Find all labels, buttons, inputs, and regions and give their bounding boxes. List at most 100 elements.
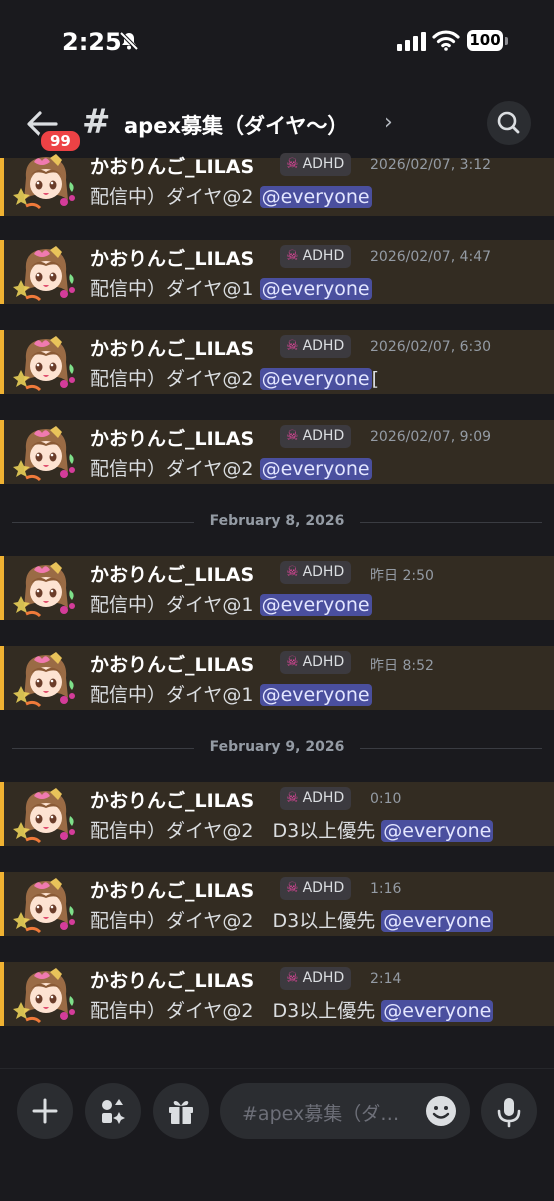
search-button[interactable] (487, 101, 531, 145)
message-item[interactable]: かおりんご_LILAS ☠ ADHD 2:14 配信中）ダイヤ@2 D3以上優先 @ev… (0, 962, 554, 1026)
avatar[interactable] (12, 334, 80, 394)
message-timestamp: 2026/02/07, 9:09 (370, 429, 492, 445)
message-text: 配信中）ダイヤ@2 D3以上優先 @everyone (90, 996, 494, 1023)
role-tag[interactable]: ☠ ADHD (280, 245, 352, 268)
message-body: 配信中）ダイヤ@2 (90, 186, 260, 208)
avatar[interactable] (12, 152, 80, 212)
message-body: 配信中）ダイヤ@2 D3以上優先 (90, 820, 382, 842)
everyone-mention[interactable]: @everyone (381, 1000, 494, 1022)
voice-message-button[interactable] (481, 1083, 537, 1139)
date-divider-label: February 8, 2026 (12, 513, 542, 529)
message-item[interactable]: かおりんご_LILAS ☠ ADHD 0:10 配信中）ダイヤ@2 D3以上優先 @ev… (0, 782, 554, 846)
message-item[interactable]: かおりんご_LILAS ☠ ADHD 2026/02/07, 6:30 配信中）ダイヤ@… (0, 330, 554, 394)
message-username[interactable]: かおりんご_LILAS (90, 334, 254, 361)
bell-slash-icon (119, 31, 139, 51)
message-username[interactable]: かおりんご_LILAS (90, 966, 254, 993)
role-tag[interactable]: ☠ ADHD (280, 335, 352, 358)
date-divider-label: February 9, 2026 (12, 739, 542, 755)
skull-icon: ☠ (286, 338, 299, 354)
role-tag[interactable]: ☠ ADHD (280, 561, 352, 584)
message-item[interactable]: かおりんご_LILAS ☠ ADHD 2026/02/07, 3:12 配信中）ダイヤ@… (0, 153, 554, 216)
avatar[interactable] (12, 650, 80, 710)
skull-icon: ☠ (286, 428, 299, 444)
apps-button[interactable] (85, 1083, 141, 1139)
date-divider: February 9, 2026 (12, 738, 542, 758)
message-text: 配信中）ダイヤ@2 @everyone (90, 454, 372, 481)
role-tag-label: ADHD (302, 156, 345, 172)
message-item[interactable]: かおりんご_LILAS ☠ ADHD 昨日 8:52 配信中）ダイヤ@1 @everyo… (0, 646, 554, 710)
message-suffix: [ (371, 368, 380, 390)
message-item[interactable]: かおりんご_LILAS ☠ ADHD 2026/02/07, 4:47 配信中）ダイヤ@… (0, 240, 554, 304)
channel-header: 99 # apex募集（ダイヤ〜） › (0, 90, 554, 158)
role-tag-label: ADHD (302, 654, 345, 670)
message-timestamp: 昨日 8:52 (370, 658, 434, 674)
message-input[interactable]: #apex募集（ダ… (220, 1083, 470, 1139)
avatar[interactable] (12, 424, 80, 484)
message-username[interactable]: かおりんご_LILAS (90, 424, 254, 451)
message-text: 配信中）ダイヤ@2 @everyone (90, 182, 372, 209)
everyone-mention[interactable]: @everyone (259, 594, 372, 616)
emoji-icon[interactable] (423, 1093, 459, 1129)
role-tag[interactable]: ☠ ADHD (280, 967, 352, 990)
message-body: 配信中）ダイヤ@2 (90, 368, 260, 390)
channel-hash-icon: # (82, 102, 111, 142)
add-button[interactable] (17, 1083, 73, 1139)
role-tag[interactable]: ☠ ADHD (280, 787, 352, 810)
channel-title[interactable]: apex募集（ダイヤ〜） (124, 110, 348, 140)
message-username[interactable]: かおりんご_LILAS (90, 244, 254, 271)
message-username[interactable]: かおりんご_LILAS (90, 560, 254, 587)
everyone-mention[interactable]: @everyone (259, 278, 372, 300)
gift-icon (169, 1100, 193, 1124)
microphone-icon (497, 1098, 521, 1128)
everyone-mention[interactable]: @everyone (259, 458, 372, 480)
skull-icon: ☠ (286, 654, 299, 670)
message-item[interactable]: かおりんご_LILAS ☠ ADHD 昨日 2:50 配信中）ダイヤ@1 @everyo… (0, 556, 554, 620)
message-username[interactable]: かおりんご_LILAS (90, 876, 254, 903)
date-divider: February 8, 2026 (12, 512, 542, 532)
chevron-right-icon[interactable]: › (384, 110, 393, 135)
role-tag[interactable]: ☠ ADHD (280, 153, 352, 176)
gift-button[interactable] (153, 1083, 209, 1139)
message-username[interactable]: かおりんご_LILAS (90, 152, 254, 179)
skull-icon: ☠ (286, 880, 299, 896)
skull-icon: ☠ (286, 156, 299, 172)
skull-icon: ☠ (286, 970, 299, 986)
message-body: 配信中）ダイヤ@2 D3以上優先 (90, 1000, 382, 1022)
battery-tip (505, 37, 508, 45)
status-time: 2:25 (62, 28, 122, 56)
message-item[interactable]: かおりんご_LILAS ☠ ADHD 1:16 配信中）ダイヤ@2 D3以上優先 @ev… (0, 872, 554, 936)
avatar[interactable] (12, 876, 80, 936)
message-text: 配信中）ダイヤ@1 @everyone (90, 680, 372, 707)
battery-indicator: 100 (467, 30, 503, 51)
message-timestamp: 2026/02/07, 4:47 (370, 249, 492, 265)
avatar[interactable] (12, 244, 80, 304)
avatar[interactable] (12, 560, 80, 620)
everyone-mention[interactable]: @everyone (259, 684, 372, 706)
message-username[interactable]: かおりんご_LILAS (90, 786, 254, 813)
message-timestamp: 昨日 2:50 (370, 568, 434, 584)
wifi-icon (432, 30, 460, 51)
composer-bar: #apex募集（ダ… (0, 1068, 554, 1201)
role-tag-label: ADHD (302, 790, 345, 806)
everyone-mention[interactable]: @everyone (259, 368, 372, 390)
avatar[interactable] (12, 966, 80, 1026)
role-tag-label: ADHD (302, 428, 345, 444)
signal-icon (397, 32, 426, 51)
role-tag[interactable]: ☠ ADHD (280, 877, 352, 900)
apps-icon (102, 1099, 125, 1124)
role-tag-label: ADHD (302, 880, 345, 896)
role-tag[interactable]: ☠ ADHD (280, 425, 352, 448)
message-item[interactable]: かおりんご_LILAS ☠ ADHD 2026/02/07, 9:09 配信中）ダイヤ@… (0, 420, 554, 484)
everyone-mention[interactable]: @everyone (381, 820, 494, 842)
role-tag-label: ADHD (302, 564, 345, 580)
role-tag-label: ADHD (302, 338, 345, 354)
everyone-mention[interactable]: @everyone (381, 910, 494, 932)
avatar[interactable] (12, 786, 80, 846)
plus-icon (32, 1098, 58, 1124)
message-username[interactable]: かおりんご_LILAS (90, 650, 254, 677)
role-tag[interactable]: ☠ ADHD (280, 651, 352, 674)
message-body: 配信中）ダイヤ@1 (90, 684, 260, 706)
message-body: 配信中）ダイヤ@2 (90, 458, 260, 480)
everyone-mention[interactable]: @everyone (259, 186, 372, 208)
skull-icon: ☠ (286, 790, 299, 806)
